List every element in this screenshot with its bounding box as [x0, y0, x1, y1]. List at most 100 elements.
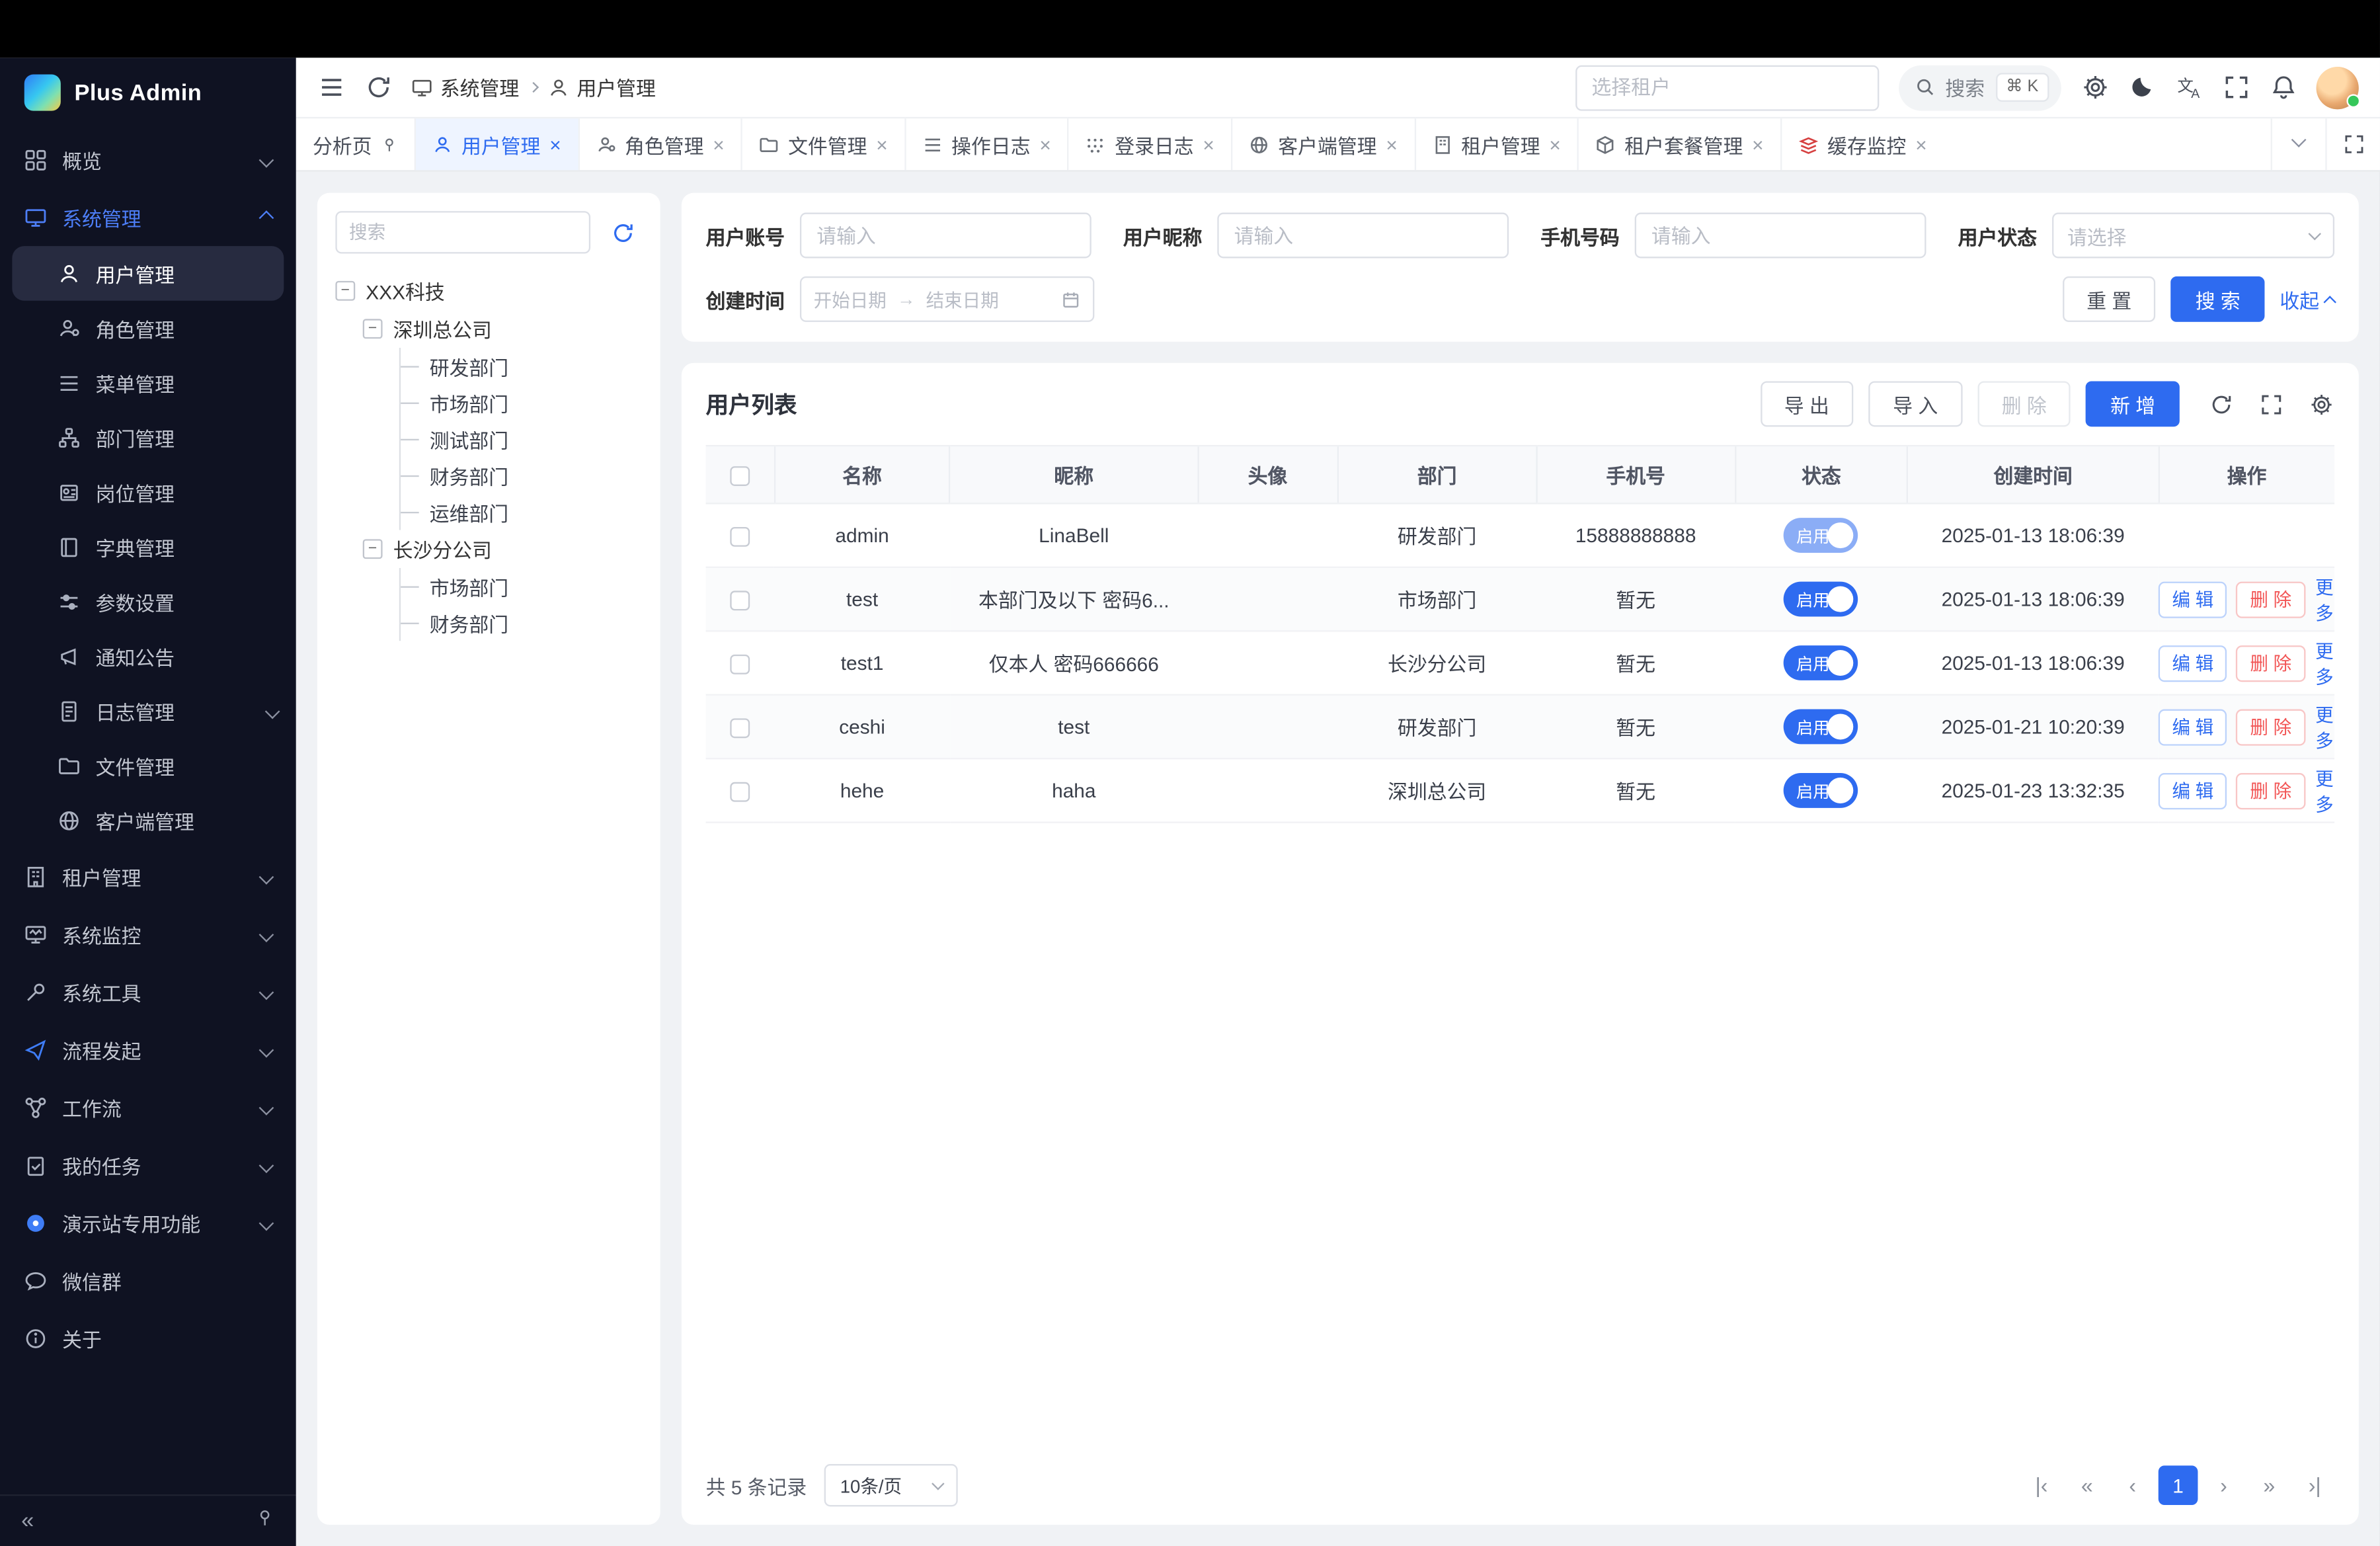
tree-node-leaf[interactable]: 测试部门	[401, 421, 642, 457]
collapse-sidebar-icon[interactable]: «	[21, 1508, 34, 1534]
tree-node-leaf[interactable]: 市场部门	[401, 384, 642, 421]
status-toggle[interactable]: 启用	[1784, 773, 1858, 808]
next-fast-icon[interactable]: »	[2250, 1465, 2289, 1505]
tab-analysis[interactable]: 分析页	[296, 118, 415, 170]
row-delete-button[interactable]: 删 除	[2237, 645, 2305, 681]
collapse-node-icon[interactable]: −	[363, 539, 383, 559]
table-row[interactable]: test 本部门及以下 密码6... 市场部门 暂无 启用 2025-01-13…	[706, 567, 2335, 631]
sidebar-item-workflow[interactable]: 工作流	[0, 1078, 296, 1136]
tree-search-input[interactable]	[335, 211, 590, 253]
search-button[interactable]: 搜 索	[2171, 276, 2264, 322]
status-toggle[interactable]: 启用	[1784, 710, 1858, 745]
gear-icon[interactable]	[2081, 73, 2108, 101]
sidebar-item-param-settings[interactable]: 参数设置	[0, 574, 296, 629]
close-icon[interactable]: ×	[1386, 134, 1397, 154]
page-size-select[interactable]: 10条/页	[825, 1464, 959, 1506]
close-icon[interactable]: ×	[1039, 134, 1051, 154]
tree-node-leaf[interactable]: 研发部门	[401, 348, 642, 384]
select-all-checkbox[interactable]	[730, 466, 750, 486]
table-row[interactable]: admin LinaBell 研发部门 15888888888 启用 2025-…	[706, 503, 2335, 567]
bell-icon[interactable]	[2269, 73, 2296, 101]
account-input[interactable]	[800, 213, 1091, 259]
sidebar-item-about[interactable]: 关于	[0, 1309, 296, 1367]
sidebar-item-system[interactable]: 系统管理	[0, 188, 296, 246]
close-icon[interactable]: ×	[1203, 134, 1214, 154]
row-checkbox[interactable]	[730, 527, 750, 547]
tree-node-branch[interactable]: − 深圳总公司	[335, 310, 642, 348]
sidebar-item-system-monitor[interactable]: 系统监控	[0, 905, 296, 963]
tree-node-branch[interactable]: − 长沙分公司	[335, 530, 642, 568]
status-toggle[interactable]: 启用	[1784, 582, 1858, 617]
close-icon[interactable]: ×	[1915, 134, 1926, 154]
more-button[interactable]: 更多	[2315, 764, 2334, 816]
app-logo[interactable]: Plus Admin	[0, 58, 296, 128]
reset-button[interactable]: 重 置	[2063, 276, 2156, 322]
tree-node-leaf[interactable]: 市场部门	[401, 568, 642, 604]
edit-button[interactable]: 编 辑	[2159, 581, 2227, 617]
row-checkbox[interactable]	[730, 655, 750, 674]
sidebar-item-user-mgmt[interactable]: 用户管理	[12, 246, 284, 301]
sidebar-item-tenant-mgmt[interactable]: 租户管理	[0, 848, 296, 905]
collapse-filters-link[interactable]: 收起	[2280, 285, 2334, 314]
sidebar-item-overview[interactable]: 概览	[0, 131, 296, 188]
current-page[interactable]: 1	[2159, 1465, 2198, 1505]
dark-mode-moon-icon[interactable]	[2128, 73, 2155, 101]
first-page-icon[interactable]: |‹	[2022, 1465, 2061, 1505]
sidebar-item-dept-mgmt[interactable]: 部门管理	[0, 410, 296, 465]
tree-node-leaf[interactable]: 财务部门	[401, 457, 642, 493]
table-row[interactable]: hehe haha 深圳总公司 暂无 启用 2025-01-23 13:32:3…	[706, 758, 2335, 822]
sidebar-item-notice[interactable]: 通知公告	[0, 629, 296, 684]
table-fullscreen-icon[interactable]	[2257, 390, 2284, 417]
tenant-select[interactable]	[1575, 65, 1878, 110]
tree-node-leaf[interactable]: 运维部门	[401, 493, 642, 530]
close-icon[interactable]: ×	[876, 134, 887, 154]
fullscreen-icon[interactable]	[2222, 73, 2249, 101]
status-toggle[interactable]: 启用	[1784, 645, 1858, 680]
close-icon[interactable]: ×	[1752, 134, 1763, 154]
tab-cache-monitor[interactable]: 缓存监控 ×	[1780, 118, 1944, 170]
sidebar-item-role-mgmt[interactable]: 角色管理	[0, 301, 296, 356]
close-icon[interactable]: ×	[1549, 134, 1560, 154]
table-refresh-icon[interactable]	[2207, 390, 2234, 417]
sidebar-item-wechat-group[interactable]: 微信群	[0, 1251, 296, 1309]
edit-button[interactable]: 编 辑	[2159, 772, 2227, 809]
row-checkbox[interactable]	[730, 718, 750, 738]
breadcrumb-item-system[interactable]: 系统管理	[411, 73, 519, 102]
sidebar-item-file-mgmt[interactable]: 文件管理	[0, 738, 296, 793]
row-delete-button[interactable]: 删 除	[2237, 772, 2305, 809]
sidebar-item-log-mgmt[interactable]: 日志管理	[0, 684, 296, 739]
tab-operation-log[interactable]: 操作日志 ×	[904, 118, 1068, 170]
edit-button[interactable]: 编 辑	[2159, 645, 2227, 681]
tab-file-mgmt[interactable]: 文件管理 ×	[741, 118, 904, 170]
close-icon[interactable]: ×	[549, 134, 561, 154]
prev-fast-icon[interactable]: «	[2067, 1465, 2107, 1505]
pin-sidebar-icon[interactable]	[255, 1508, 275, 1534]
collapse-node-icon[interactable]: −	[363, 319, 383, 339]
sidebar-item-demo-features[interactable]: 演示站专用功能	[0, 1194, 296, 1251]
hamburger-menu-icon[interactable]	[317, 73, 344, 101]
row-delete-button[interactable]: 删 除	[2237, 581, 2305, 617]
tab-dropdown-icon[interactable]	[2271, 118, 2326, 170]
sidebar-item-dict-mgmt[interactable]: 字典管理	[0, 519, 296, 574]
last-page-icon[interactable]: ›|	[2295, 1465, 2334, 1505]
delete-button[interactable]: 删 除	[1977, 381, 2071, 427]
tab-tenant-mgmt[interactable]: 租户管理 ×	[1414, 118, 1577, 170]
sidebar-item-menu-mgmt[interactable]: 菜单管理	[0, 355, 296, 410]
add-button[interactable]: 新 增	[2086, 381, 2179, 427]
row-checkbox[interactable]	[730, 590, 750, 610]
tab-user-mgmt[interactable]: 用户管理 ×	[415, 118, 578, 170]
export-button[interactable]: 导 出	[1760, 381, 1853, 427]
next-page-icon[interactable]: ›	[2204, 1465, 2244, 1505]
pin-icon[interactable]	[381, 136, 397, 153]
more-button[interactable]: 更多	[2315, 573, 2334, 625]
sidebar-item-client-mgmt[interactable]: 客户端管理	[0, 793, 296, 848]
phone-input[interactable]	[1635, 213, 1926, 259]
tab-fullscreen-icon[interactable]	[2325, 118, 2380, 170]
sidebar-item-my-tasks[interactable]: 我的任务	[0, 1136, 296, 1194]
breadcrumb-item-user-mgmt[interactable]: 用户管理	[548, 73, 656, 102]
tree-node-leaf[interactable]: 财务部门	[401, 604, 642, 641]
row-delete-button[interactable]: 删 除	[2237, 708, 2305, 745]
row-checkbox[interactable]	[730, 782, 750, 802]
more-button[interactable]: 更多	[2315, 637, 2334, 688]
prev-page-icon[interactable]: ‹	[2113, 1465, 2153, 1505]
